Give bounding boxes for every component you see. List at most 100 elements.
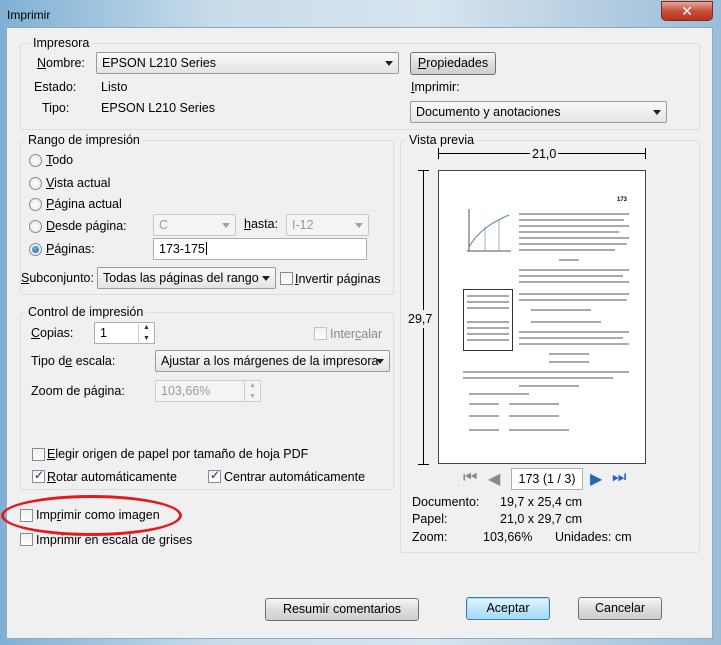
document-size-label: Documento:	[412, 495, 480, 509]
radio-current-view[interactable]	[29, 177, 42, 190]
from-page-select[interactable]: C	[153, 214, 236, 236]
properties-label: Propiedades	[417, 56, 489, 70]
auto-rotate-checkbox[interactable]	[32, 468, 45, 483]
height-dimension-tick-top	[418, 170, 429, 171]
paper-source-label: Elegir origen de papel por tamaño de hoj…	[47, 447, 309, 461]
preview-zoom-label: Zoom:	[412, 530, 448, 544]
title-bar: Imprimir ✕	[0, 0, 721, 30]
paper-size-label: Papel:	[412, 512, 448, 526]
pages-input-value: 173-175	[159, 242, 205, 256]
page-indicator-value: 173 (1 / 3)	[518, 472, 576, 486]
auto-center-label: Centrar automáticamente	[224, 470, 366, 484]
chevron-down-icon	[355, 223, 363, 228]
radio-pages[interactable]	[29, 243, 42, 256]
subset-select[interactable]: Todas las páginas del rango	[97, 267, 276, 289]
document-size-value: 19,7 x 25,4 cm	[500, 495, 582, 509]
collate-checkbox[interactable]	[314, 327, 327, 340]
radio-all[interactable]	[29, 154, 42, 167]
to-page-value: I-12	[292, 218, 314, 232]
chevron-down-icon	[385, 61, 393, 66]
chevron-down-icon	[653, 110, 661, 115]
status-label: Estado:	[34, 80, 77, 94]
paper-source-checkbox[interactable]	[32, 448, 45, 461]
invert-pages-label: Invertir páginas	[295, 272, 381, 286]
units-label: Unidades:	[555, 530, 612, 544]
close-button[interactable]: ✕	[661, 1, 713, 21]
first-page-icon[interactable]: ⏮	[463, 469, 477, 487]
type-value: EPSON L210 Series	[101, 101, 215, 115]
copies-input[interactable]: 1 ▲ ▼	[94, 322, 155, 344]
summarize-comments-button[interactable]: Resumir comentarios	[265, 598, 419, 621]
preview-boxed-note	[463, 289, 513, 351]
chevron-down-icon	[222, 223, 230, 228]
scale-type-label: Tipo de escala:	[31, 354, 116, 368]
copies-value: 1	[100, 326, 107, 340]
spin-up-icon[interactable]: ▲	[245, 380, 260, 391]
previous-page-icon[interactable]: ◀	[488, 469, 500, 489]
spin-down-icon[interactable]: ▼	[139, 333, 154, 344]
radio-current-page[interactable]	[29, 198, 42, 211]
subset-label: Subconjunto:	[21, 271, 94, 285]
printer-group-label: Impresora	[30, 36, 93, 50]
range-group-label: Rango de impresión	[25, 133, 143, 147]
red-annotation-ellipse	[1, 495, 182, 536]
radio-current-view-label: Vista actual	[46, 176, 111, 190]
width-dimension-tick-right	[645, 148, 646, 159]
printer-name-select[interactable]: EPSON L210 Series	[96, 52, 399, 74]
preview-group-label: Vista previa	[406, 133, 478, 147]
collate-label: Intercalar	[330, 327, 383, 341]
height-dimension-tick-bottom	[418, 464, 429, 465]
subset-value: Todas las páginas del rango	[103, 271, 259, 285]
pages-input[interactable]: 173-175	[153, 238, 367, 260]
control-group-label: Control de impresión	[25, 305, 147, 319]
copies-spinner[interactable]: ▲ ▼	[138, 322, 154, 344]
properties-button[interactable]: Propiedades	[410, 52, 496, 75]
scale-type-select[interactable]: Ajustar a los márgenes de la impresora	[155, 350, 390, 372]
radio-pages-label: Páginas:	[46, 242, 95, 256]
preview-page-number: 173	[617, 197, 628, 203]
zoom-spinner[interactable]: ▲ ▼	[244, 380, 260, 402]
invert-pages-checkbox[interactable]	[280, 272, 293, 285]
page-indicator-field[interactable]: 173 (1 / 3)	[511, 468, 583, 490]
text-cursor	[205, 242, 207, 255]
spin-up-icon[interactable]: ▲	[139, 322, 154, 333]
from-page-value: C	[159, 218, 169, 232]
spin-down-icon[interactable]: ▼	[245, 391, 260, 402]
cancel-button[interactable]: Cancelar	[578, 597, 662, 620]
print-grayscale-checkbox[interactable]	[20, 533, 33, 546]
zoom-input[interactable]: 103,66% ▲ ▼	[155, 380, 261, 402]
radio-all-label: Todo	[46, 153, 74, 167]
close-icon: ✕	[681, 3, 693, 19]
print-what-select[interactable]: Documento y anotaciones	[410, 101, 667, 123]
printer-name-value: EPSON L210 Series	[102, 56, 216, 70]
type-label: Tipo:	[42, 101, 70, 115]
to-label: hasta:	[244, 217, 279, 231]
print-what-value: Documento y anotaciones	[416, 105, 561, 119]
last-page-icon[interactable]: ⏭	[612, 469, 626, 487]
radio-current-page-label: Página actual	[46, 197, 122, 211]
paper-size-value: 21,0 x 29,7 cm	[500, 512, 582, 526]
height-dimension-label: 29,7	[408, 310, 433, 328]
chevron-down-icon	[262, 276, 270, 281]
window-title: Imprimir	[7, 8, 51, 22]
printer-name-label: Nombre:	[37, 56, 85, 70]
chevron-down-icon	[376, 359, 384, 364]
radio-from-page[interactable]	[29, 220, 42, 233]
to-page-select[interactable]: I-12	[286, 214, 369, 236]
print-label: Imprimir:	[411, 80, 460, 94]
copies-label: Copias:	[31, 326, 74, 340]
status-value: Listo	[101, 80, 128, 94]
width-dimension-label: 21,0	[530, 147, 559, 161]
preview-zoom-value: 103,66%	[483, 530, 533, 544]
next-page-icon[interactable]: ▶	[590, 469, 602, 489]
width-dimension-tick-left	[438, 148, 439, 159]
scale-type-value: Ajustar a los márgenes de la impresora	[161, 354, 379, 368]
preview-page-thumbnail: 173	[438, 170, 646, 464]
radio-from-page-label: Desde página:	[46, 219, 127, 233]
units-value: cm	[615, 530, 632, 544]
accept-button[interactable]: Aceptar	[466, 597, 550, 620]
preview-graph-image	[467, 209, 511, 252]
auto-center-checkbox[interactable]	[208, 468, 221, 483]
zoom-label: Zoom de página:	[31, 384, 125, 398]
auto-rotate-label: Rotar automáticamente	[47, 470, 177, 484]
